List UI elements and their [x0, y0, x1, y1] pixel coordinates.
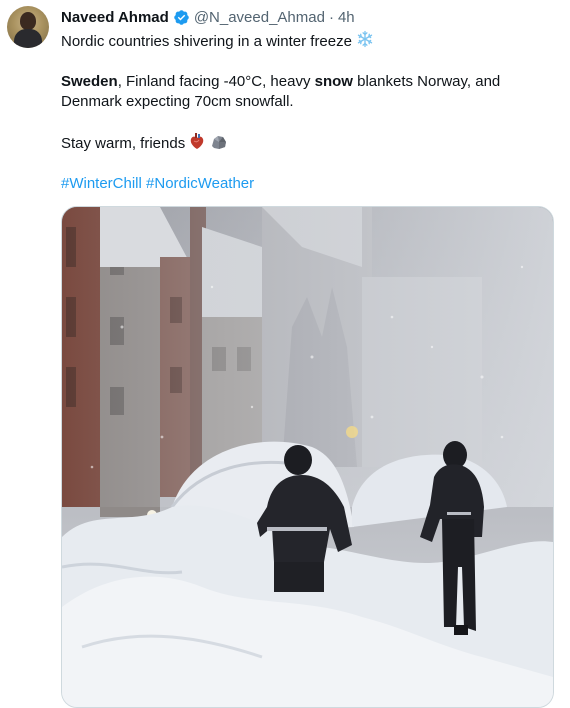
hashtags: #WinterChill #NordicWeather: [61, 174, 551, 194]
avatar-head: [20, 12, 36, 30]
bold-sweden: Sweden: [61, 73, 118, 90]
snow-street-photo: [62, 207, 553, 707]
avatar-body: [14, 29, 42, 48]
stay-warm-text: Stay warm, friends: [61, 135, 186, 152]
user-handle[interactable]: @N_aveed_Ahmad: [194, 9, 325, 26]
hashtag-nordicweather[interactable]: #NordicWeather: [146, 175, 254, 192]
avatar[interactable]: [7, 6, 49, 48]
rock-icon: [211, 136, 226, 149]
timestamp[interactable]: 4h: [338, 9, 355, 26]
tweet-media-photo[interactable]: [61, 206, 554, 708]
display-name[interactable]: Naveed Ahmad: [61, 9, 169, 26]
tweet-paragraph-2: Sweden, Finland facing -40°C, heavy snow…: [61, 72, 551, 112]
separator-dot: ·: [328, 8, 334, 26]
bold-snow: snow: [314, 73, 353, 90]
tweet-header: Naveed Ahmad @N_aveed_Ahmad · 4h: [61, 6, 355, 28]
snowflake-icon: [357, 30, 373, 48]
anatomical-heart-icon: [191, 133, 204, 149]
p2-text-1: , Finland facing -40°C, heavy: [117, 73, 315, 90]
tweet-intro-text: Nordic countries shivering in a winter f…: [61, 33, 352, 50]
verified-badge-icon[interactable]: [173, 9, 190, 26]
tweet-body: Nordic countries shivering in a winter f…: [61, 30, 551, 194]
tweet-line-1: Nordic countries shivering in a winter f…: [61, 30, 551, 52]
tweet-paragraph-3: Stay warm, friends: [61, 132, 551, 154]
hashtag-winterchill[interactable]: #WinterChill: [61, 175, 142, 192]
